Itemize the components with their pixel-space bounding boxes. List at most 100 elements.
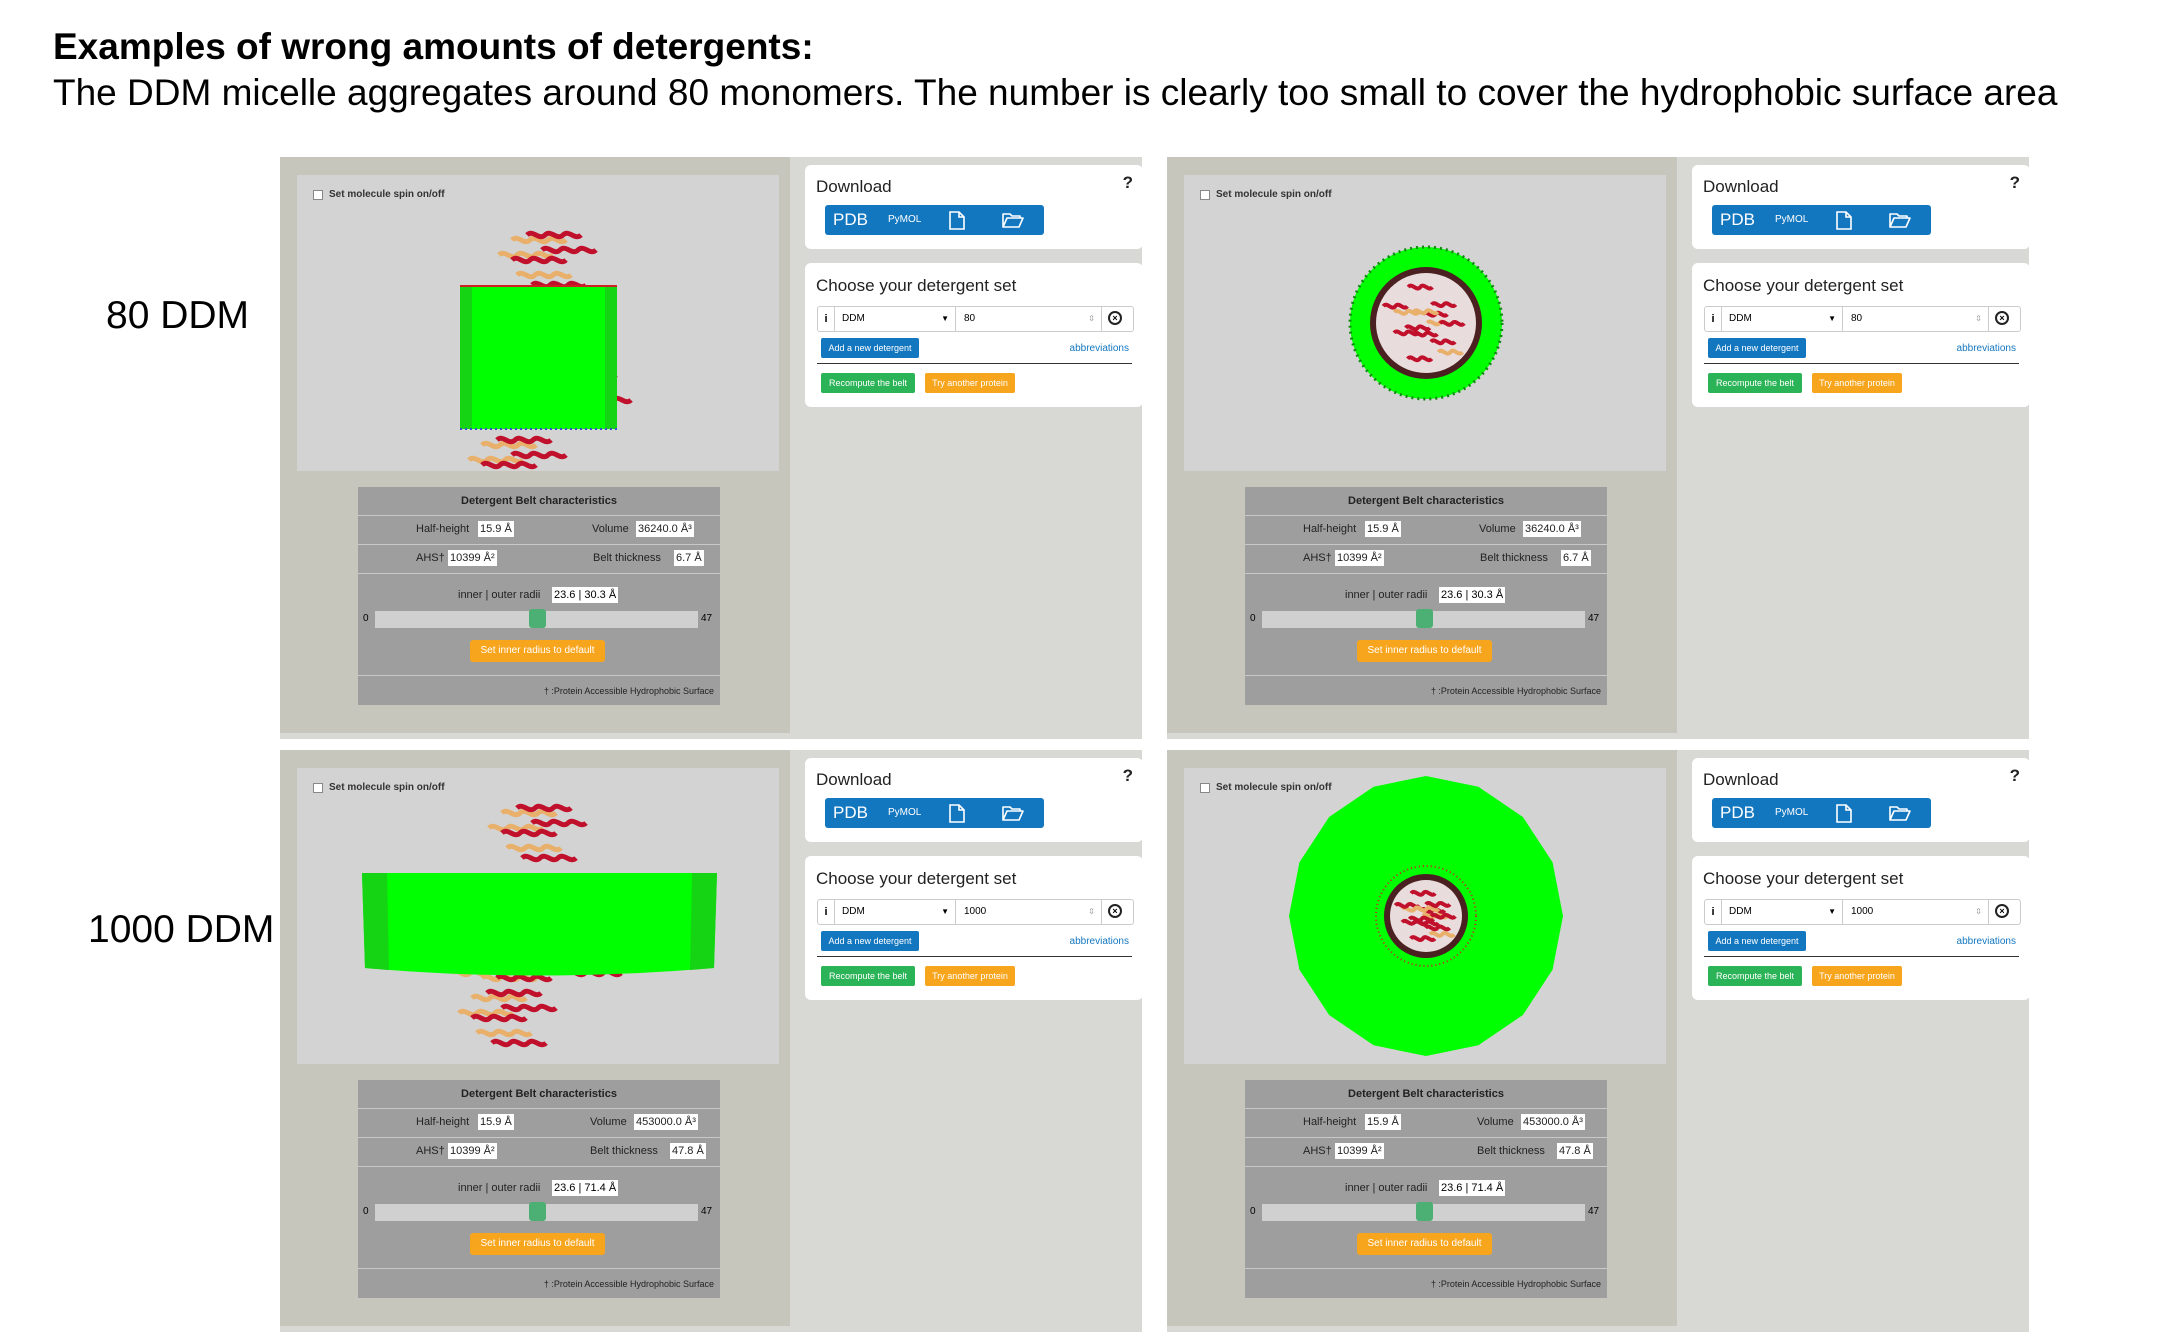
info-icon[interactable]: i <box>1705 900 1722 924</box>
volume-value: 453000.0 Å³ <box>1521 1114 1585 1130</box>
characteristics-row-1: Half-height 15.9 Å Volume 453000.0 Å³ <box>358 1109 720 1138</box>
stepper-icon[interactable]: ⇳ <box>1088 900 1095 924</box>
file-icon[interactable] <box>949 211 965 235</box>
divider <box>1704 956 2019 957</box>
download-pdb-button[interactable]: PDB <box>1720 803 1755 823</box>
belt-thickness-label: Belt thickness <box>590 1145 658 1157</box>
abbreviations-link[interactable]: abbreviations <box>1070 343 1129 354</box>
spin-checkbox[interactable] <box>1200 189 1210 200</box>
file-icon[interactable] <box>1836 804 1852 828</box>
molecule-viewer[interactable]: Set molecule spin on/off <box>1184 768 1666 1064</box>
recompute-belt-button[interactable]: Recompute the belt <box>1708 966 1802 986</box>
remove-detergent-icon[interactable]: × <box>1995 904 2009 918</box>
help-button[interactable]: ? <box>2010 766 2020 786</box>
characteristics-row-1: Half-height 15.9 Å Volume 453000.0 Å³ <box>1245 1109 1607 1138</box>
belt-thickness-label: Belt thickness <box>593 552 661 564</box>
detergent-select[interactable]: DDM ▼ <box>834 307 956 331</box>
try-another-protein-button[interactable]: Try another protein <box>1812 966 1902 986</box>
help-button[interactable]: ? <box>1123 766 1133 786</box>
info-icon[interactable]: i <box>818 900 835 924</box>
download-pdb-button[interactable]: PDB <box>1720 210 1755 230</box>
protein-helix-tan <box>497 250 555 260</box>
detergent-amount-input[interactable]: 80 ⇳ <box>1843 307 1989 331</box>
info-icon[interactable]: i <box>818 307 835 331</box>
reset-inner-radius-button[interactable]: Set inner radius to default <box>1357 640 1492 662</box>
recompute-belt-button[interactable]: Recompute the belt <box>821 966 915 986</box>
spin-toggle[interactable]: Set molecule spin on/off <box>1200 782 1332 793</box>
detergent-select-value: DDM <box>842 906 865 917</box>
try-another-protein-button[interactable]: Try another protein <box>925 966 1015 986</box>
characteristics-row-2: AHS† 10399 Å² Belt thickness 47.8 Å <box>1245 1138 1607 1167</box>
folder-open-icon[interactable] <box>1002 805 1024 826</box>
chevron-down-icon: ▼ <box>1828 314 1836 323</box>
detergent-amount-input[interactable]: 1000 ⇳ <box>1843 900 1989 924</box>
folder-open-icon[interactable] <box>1002 212 1024 233</box>
detergent-set-card: Choose your detergent set i DDM ▼ 1000 ⇳… <box>805 856 1143 1000</box>
try-another-protein-button[interactable]: Try another protein <box>1812 373 1902 393</box>
download-pymol-button[interactable]: PyMOL <box>1775 807 1808 818</box>
download-pdb-button[interactable]: PDB <box>833 803 868 823</box>
slider-handle[interactable] <box>1416 609 1434 628</box>
half-height-label: Half-height <box>416 1116 470 1128</box>
recompute-belt-button[interactable]: Recompute the belt <box>1708 373 1802 393</box>
add-detergent-button[interactable]: Add a new detergent <box>1708 931 1806 951</box>
viewer-area: Set molecule spin on/off Detergent Belt … <box>1167 157 1677 733</box>
detergent-select[interactable]: DDM ▼ <box>834 900 956 924</box>
slider-handle[interactable] <box>529 609 547 628</box>
spin-toggle[interactable]: Set molecule spin on/off <box>1200 189 1332 200</box>
abbreviations-link[interactable]: abbreviations <box>1957 343 2016 354</box>
abbreviations-link[interactable]: abbreviations <box>1070 936 1129 947</box>
file-icon[interactable] <box>1836 211 1852 235</box>
spin-toggle[interactable]: Set molecule spin on/off <box>313 189 445 200</box>
add-detergent-button[interactable]: Add a new detergent <box>821 931 919 951</box>
folder-open-icon[interactable] <box>1889 805 1911 826</box>
half-height-value: 15.9 Å <box>478 521 514 537</box>
footnote: † :Protein Accessible Hydrophobic Surfac… <box>1245 1268 1607 1298</box>
spin-checkbox[interactable] <box>1200 782 1210 793</box>
download-pdb-button[interactable]: PDB <box>833 210 868 230</box>
detergent-select[interactable]: DDM ▼ <box>1721 900 1843 924</box>
remove-detergent-icon[interactable]: × <box>1108 904 1122 918</box>
recompute-belt-button[interactable]: Recompute the belt <box>821 373 915 393</box>
molecule-viewer[interactable]: Set molecule spin on/off <box>1184 175 1666 471</box>
reset-inner-radius-button[interactable]: Set inner radius to default <box>470 1233 605 1255</box>
detergent-select[interactable]: DDM ▼ <box>1721 307 1843 331</box>
slider-handle[interactable] <box>1416 1202 1434 1221</box>
reset-inner-radius-button[interactable]: Set inner radius to default <box>470 640 605 662</box>
protein-helix-lower <box>475 1028 533 1038</box>
volume-label: Volume <box>1477 1116 1514 1128</box>
spin-checkbox[interactable] <box>313 782 323 793</box>
spin-checkbox[interactable] <box>313 189 323 200</box>
folder-open-icon[interactable] <box>1889 212 1911 233</box>
try-another-protein-button[interactable]: Try another protein <box>925 373 1015 393</box>
stepper-icon[interactable]: ⇳ <box>1975 900 1982 924</box>
slide-heading: Examples of wrong amounts of detergents: <box>53 26 814 67</box>
download-pymol-button[interactable]: PyMOL <box>888 214 921 225</box>
help-button[interactable]: ? <box>1123 173 1133 193</box>
footnote: † :Protein Accessible Hydrophobic Surfac… <box>1245 675 1607 705</box>
file-icon[interactable] <box>949 804 965 828</box>
molecule-viewer[interactable]: Set molecule spin on/off <box>297 768 779 1064</box>
belt-thickness-label: Belt thickness <box>1480 552 1548 564</box>
viewer-area: Set molecule spin on/off Detergent Belt … <box>280 157 790 733</box>
abbreviations-link[interactable]: abbreviations <box>1957 936 2016 947</box>
ahs-label: AHS† <box>416 552 445 564</box>
add-detergent-button[interactable]: Add a new detergent <box>1708 338 1806 358</box>
detergent-set-title: Choose your detergent set <box>816 276 1017 295</box>
info-icon[interactable]: i <box>1705 307 1722 331</box>
remove-detergent-icon[interactable]: × <box>1995 311 2009 325</box>
spin-toggle[interactable]: Set molecule spin on/off <box>313 782 445 793</box>
help-button[interactable]: ? <box>2010 173 2020 193</box>
molecule-viewer[interactable]: Set molecule spin on/off <box>297 175 779 471</box>
detergent-amount-input[interactable]: 80 ⇳ <box>956 307 1102 331</box>
detergent-amount-input[interactable]: 1000 ⇳ <box>956 900 1102 924</box>
download-pymol-button[interactable]: PyMOL <box>888 807 921 818</box>
add-detergent-button[interactable]: Add a new detergent <box>821 338 919 358</box>
stepper-icon[interactable]: ⇳ <box>1975 307 1982 331</box>
remove-detergent-icon[interactable]: × <box>1108 311 1122 325</box>
download-title: Download <box>1703 770 1779 789</box>
stepper-icon[interactable]: ⇳ <box>1088 307 1095 331</box>
slider-handle[interactable] <box>529 1202 547 1221</box>
download-pymol-button[interactable]: PyMOL <box>1775 214 1808 225</box>
reset-inner-radius-button[interactable]: Set inner radius to default <box>1357 1233 1492 1255</box>
